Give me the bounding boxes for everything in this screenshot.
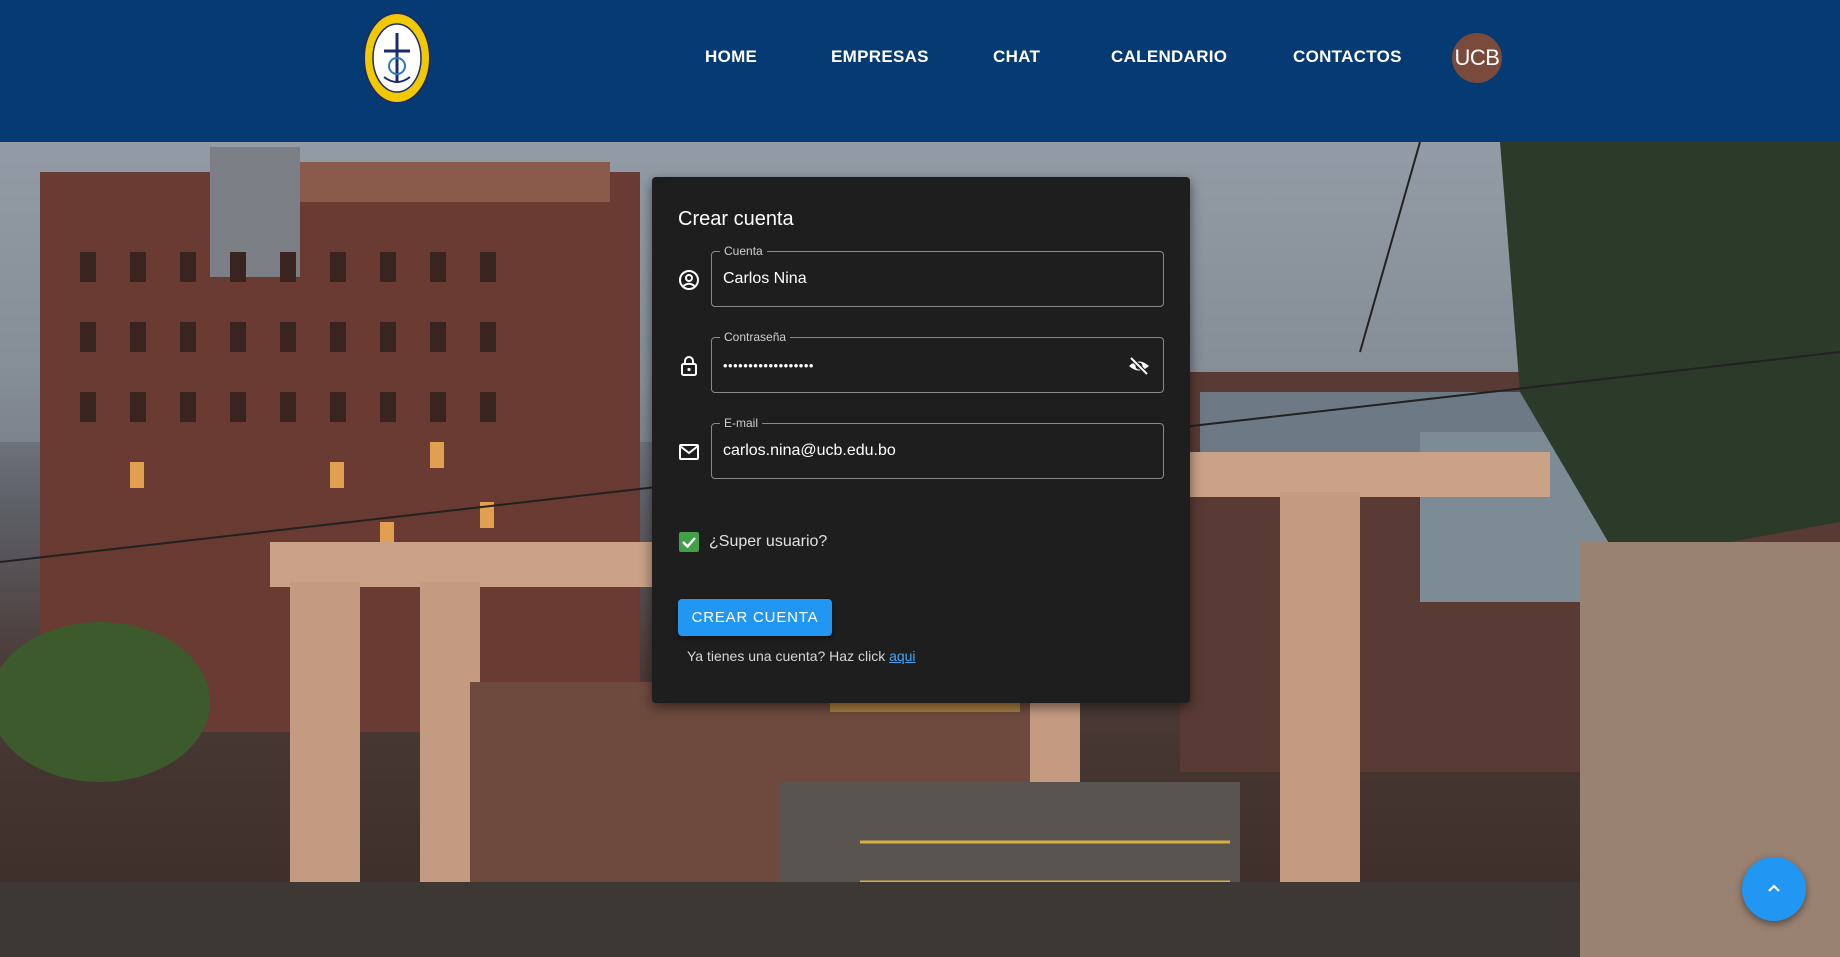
password-field[interactable]: Contraseña •••••••••••••••••• — [711, 329, 1164, 393]
email-field[interactable]: E-mail carlos.nina@ucb.edu.bo — [711, 415, 1164, 479]
user-avatar[interactable]: UCB — [1452, 33, 1502, 83]
superuser-checkbox[interactable] — [679, 532, 699, 552]
nav-chat[interactable]: CHAT — [993, 47, 1040, 67]
scroll-top-button[interactable] — [1742, 857, 1806, 921]
top-navbar: HOME EMPRESAS CHAT CALENDARIO CONTACTOS … — [0, 0, 1840, 142]
nav-calendario[interactable]: CALENDARIO — [1111, 47, 1227, 67]
form-title: Crear cuenta — [678, 208, 794, 230]
superuser-label: ¿Super usuario? — [709, 533, 828, 550]
nav-empresas[interactable]: EMPRESAS — [831, 47, 929, 67]
nav-contactos[interactable]: CONTACTOS — [1293, 47, 1402, 67]
checkmark-icon — [682, 537, 696, 549]
login-prompt: Ya tienes una cuenta? Haz click aqui — [687, 647, 916, 665]
password-input[interactable]: •••••••••••••••••• — [723, 355, 814, 377]
mail-icon — [679, 444, 699, 460]
nav-home[interactable]: HOME — [705, 47, 757, 67]
account-input[interactable]: Carlos Nina — [723, 268, 807, 290]
account-field[interactable]: Cuenta Carlos Nina — [711, 243, 1164, 307]
eye-off-icon[interactable] — [1127, 354, 1151, 378]
chevron-up-icon — [1768, 884, 1780, 892]
create-account-card: Crear cuenta Cuenta Carlos Nina Contrase… — [652, 177, 1190, 703]
account-circle-icon — [679, 270, 699, 290]
account-label: Cuenta — [720, 243, 767, 259]
email-input[interactable]: carlos.nina@ucb.edu.bo — [723, 440, 896, 462]
create-account-button[interactable]: CREAR CUENTA — [678, 599, 832, 636]
email-label: E-mail — [720, 415, 763, 431]
login-prompt-text: Ya tienes una cuenta? Haz click — [687, 648, 890, 664]
login-link[interactable]: aqui — [889, 648, 915, 664]
lock-icon — [681, 356, 697, 376]
password-label: Contraseña — [720, 329, 791, 345]
university-seal-icon[interactable] — [362, 11, 432, 105]
